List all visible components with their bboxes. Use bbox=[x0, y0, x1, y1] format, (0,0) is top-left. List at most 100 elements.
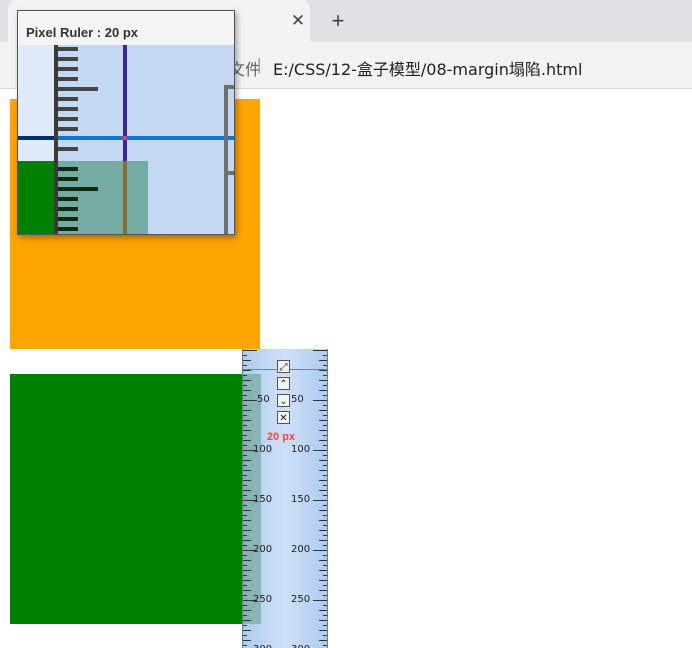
ruler-tick bbox=[243, 635, 247, 636]
ruler-tick bbox=[313, 550, 327, 551]
ruler-tick bbox=[243, 440, 251, 441]
ruler-tick bbox=[243, 520, 251, 521]
ruler-tick bbox=[319, 410, 327, 411]
ruler-tick bbox=[243, 435, 247, 436]
ruler-tick bbox=[243, 550, 257, 551]
ruler-tick bbox=[323, 465, 327, 466]
ruler-up-icon[interactable]: ⌃ bbox=[277, 377, 290, 390]
ruler-tick bbox=[323, 435, 327, 436]
ruler-tick bbox=[323, 565, 327, 566]
ruler-tick bbox=[319, 620, 327, 621]
ruler-tick bbox=[243, 375, 247, 376]
ruler-tick bbox=[243, 470, 251, 471]
tab-close-icon[interactable]: ✕ bbox=[288, 11, 308, 31]
ruler-tick bbox=[243, 445, 247, 446]
ruler-tick bbox=[243, 565, 247, 566]
ruler-tick bbox=[243, 415, 247, 416]
ruler-tick bbox=[323, 415, 327, 416]
ruler-tick bbox=[243, 575, 247, 576]
ruler-tick bbox=[323, 545, 327, 546]
ruler-tick bbox=[319, 480, 327, 481]
green-box bbox=[10, 374, 260, 624]
ruler-tick bbox=[243, 490, 251, 491]
pixel-ruler-vertical[interactable]: ⤢ ⌃ ⌄ ✕ 20 px 50 50 100 100 150 150 200 … bbox=[242, 349, 328, 648]
ruler-tick bbox=[319, 490, 327, 491]
ruler-tick bbox=[243, 475, 247, 476]
ruler-tick bbox=[243, 350, 257, 351]
pixel-ruler-magnifier[interactable]: Pixel Ruler : 20 px bbox=[17, 10, 235, 235]
ruler-tick bbox=[243, 465, 247, 466]
ruler-tick bbox=[243, 595, 247, 596]
ruler-tick bbox=[323, 575, 327, 576]
ruler-label-right: 50 bbox=[291, 394, 304, 405]
ruler-tick bbox=[323, 555, 327, 556]
magnifier-view bbox=[18, 45, 234, 234]
ruler-tick bbox=[243, 480, 251, 481]
ruler-tick bbox=[313, 600, 327, 601]
ruler-tick bbox=[243, 590, 251, 591]
ruler-tick bbox=[323, 425, 327, 426]
ruler-tick bbox=[243, 545, 247, 546]
ruler-tick bbox=[243, 555, 247, 556]
address-bar-url[interactable]: E:/CSS/12-盒子模型/08-margin塌陷.html bbox=[273, 56, 582, 80]
ruler-tick bbox=[243, 455, 247, 456]
ruler-tick bbox=[319, 360, 327, 361]
ruler-tick bbox=[243, 430, 251, 431]
ruler-tick bbox=[323, 525, 327, 526]
ruler-tick bbox=[243, 400, 257, 401]
address-separator: | bbox=[257, 55, 262, 74]
ruler-tick bbox=[323, 595, 327, 596]
ruler-tick bbox=[313, 450, 327, 451]
ruler-tick bbox=[313, 350, 327, 351]
ruler-tick bbox=[243, 485, 247, 486]
ruler-tick bbox=[243, 645, 247, 646]
ruler-tick bbox=[323, 455, 327, 456]
ruler-tick bbox=[243, 410, 251, 411]
ruler-tick bbox=[243, 500, 257, 501]
ruler-tick bbox=[319, 540, 327, 541]
ruler-tick bbox=[243, 385, 247, 386]
ruler-close-icon[interactable]: ✕ bbox=[277, 411, 290, 424]
ruler-tick bbox=[323, 385, 327, 386]
ruler-down-icon[interactable]: ⌄ bbox=[277, 394, 290, 407]
new-tab-icon[interactable]: + bbox=[326, 9, 350, 33]
ruler-tick bbox=[243, 460, 251, 461]
ruler-tick bbox=[319, 440, 327, 441]
ruler-tick bbox=[243, 510, 251, 511]
ruler-label-right: 100 bbox=[291, 444, 311, 455]
ruler-tick bbox=[243, 405, 247, 406]
ruler-tick bbox=[319, 430, 327, 431]
ruler-tick bbox=[323, 645, 327, 646]
ruler-tick bbox=[313, 400, 327, 401]
ruler-tick bbox=[323, 355, 327, 356]
ruler-tick bbox=[319, 570, 327, 571]
ruler-measurement-readout: 20 px bbox=[267, 431, 296, 443]
ruler-tick bbox=[323, 395, 327, 396]
ruler-tick bbox=[243, 570, 251, 571]
ruler-tick bbox=[319, 520, 327, 521]
ruler-tick bbox=[323, 475, 327, 476]
ruler-tick bbox=[319, 630, 327, 631]
ruler-rotate-icon[interactable]: ⤢ bbox=[277, 360, 290, 373]
ruler-label-right: 150 bbox=[291, 494, 311, 505]
ruler-tick bbox=[319, 380, 327, 381]
ruler-tick bbox=[243, 605, 247, 606]
ruler-tick bbox=[243, 640, 251, 641]
ruler-tick bbox=[243, 365, 247, 366]
magnified-image bbox=[18, 45, 234, 234]
ruler-tick bbox=[313, 500, 327, 501]
ruler-tick bbox=[243, 585, 247, 586]
ruler-tick bbox=[319, 510, 327, 511]
ruler-tick bbox=[243, 395, 247, 396]
ruler-tick bbox=[323, 625, 327, 626]
ruler-tick bbox=[243, 505, 247, 506]
ruler-tick bbox=[323, 635, 327, 636]
ruler-tick bbox=[243, 390, 251, 391]
ruler-tick bbox=[319, 420, 327, 421]
ruler-tick bbox=[243, 355, 247, 356]
ruler-label-right: 200 bbox=[291, 544, 311, 555]
ruler-tick bbox=[319, 580, 327, 581]
ruler-tick bbox=[243, 625, 247, 626]
ruler-tick bbox=[323, 605, 327, 606]
ruler-tick bbox=[243, 560, 251, 561]
